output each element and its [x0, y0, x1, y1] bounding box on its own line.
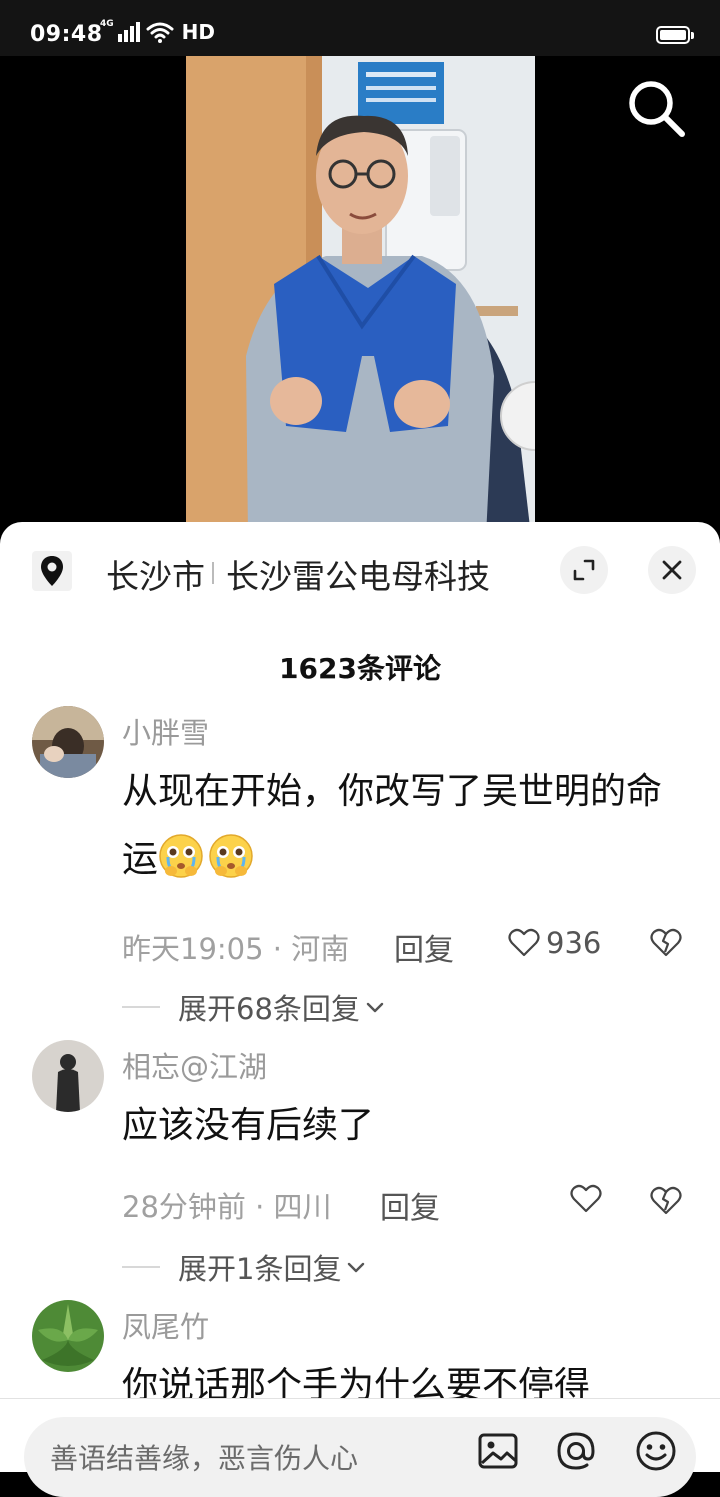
- expand-sheet-button[interactable]: [560, 546, 608, 594]
- video-frame[interactable]: [186, 56, 535, 536]
- status-bar: 09:48 4G HD: [0, 0, 720, 56]
- comment-text: 应该没有后续了: [122, 1105, 375, 1146]
- comment-count-title: 1623条评论: [279, 652, 441, 685]
- comment-username[interactable]: 小胖雪: [122, 710, 209, 752]
- like-count: 936: [546, 926, 602, 960]
- battery-icon: [656, 26, 694, 44]
- avatar[interactable]: [32, 706, 104, 778]
- location-city[interactable]: 长沙市: [106, 550, 205, 598]
- expand-replies-button[interactable]: 展开68条回复: [122, 986, 386, 1028]
- image-icon: [478, 1433, 518, 1469]
- avatar[interactable]: [32, 1300, 104, 1372]
- status-icons: 4G HD: [100, 19, 215, 45]
- broken-heart-icon: [650, 928, 682, 957]
- crying-emoji-icon: [159, 834, 203, 878]
- broken-heart-icon: [650, 1186, 682, 1215]
- location-place[interactable]: 长沙雷公电母科技: [226, 550, 490, 598]
- heart-icon: [508, 928, 540, 957]
- comment-time-location: 28分钟前 · 四川: [122, 1190, 332, 1224]
- close-icon: [662, 560, 682, 580]
- location-pin-icon: [41, 556, 63, 586]
- expand-replies-text: 展开1条回复: [178, 1252, 342, 1286]
- emoji-button[interactable]: [634, 1429, 678, 1473]
- close-sheet-button[interactable]: [648, 546, 696, 594]
- comment-username[interactable]: 凤尾竹: [122, 1304, 209, 1346]
- expand-replies-text: 展开68条回复: [178, 992, 360, 1026]
- location-divider: [212, 562, 214, 584]
- avatar[interactable]: [32, 1040, 104, 1112]
- comment-text: 从现在开始，你改写了吴世明的命运: [122, 758, 682, 894]
- expand-replies-button[interactable]: 展开1条回复: [122, 1246, 367, 1288]
- video-still-image: [186, 56, 535, 536]
- comment-username[interactable]: 相忘@江湖: [122, 1044, 267, 1086]
- expand-divider: [122, 1266, 160, 1268]
- reply-button[interactable]: 回复: [394, 925, 454, 969]
- hd-label: HD: [181, 20, 215, 44]
- status-time: 09:48: [30, 22, 103, 47]
- location-bar[interactable]: 长沙市 长沙雷公电母科技: [0, 542, 720, 602]
- comment-input-placeholder[interactable]: 善语结善缘，恶言伤人心: [50, 1437, 358, 1477]
- comment-time-location: 昨天19:05 · 河南: [122, 932, 350, 966]
- comment-item: 小胖雪 从现在开始，你改写了吴世明的命运 昨天19:05 · 河南 回复 936…: [0, 706, 720, 1026]
- comment-input[interactable]: 善语结善缘，恶言伤人心: [24, 1417, 696, 1497]
- comment-sheet: 长沙市 长沙雷公电母科技 1623条评论 小胖雪 从现在开始，你改写了吴世明的命…: [0, 522, 720, 1472]
- reply-button[interactable]: 回复: [380, 1183, 440, 1227]
- chevron-down-icon: [348, 1262, 365, 1273]
- mention-button[interactable]: [554, 1429, 598, 1473]
- network-type-label: 4G: [100, 19, 114, 29]
- expand-divider: [122, 1006, 160, 1008]
- like-button[interactable]: [570, 1184, 602, 1214]
- expand-icon: [573, 559, 595, 581]
- image-button[interactable]: [476, 1429, 520, 1473]
- crying-emoji-icon: [209, 834, 253, 878]
- video-player[interactable]: [0, 56, 720, 536]
- search-button[interactable]: [624, 76, 688, 140]
- comment-item: 相忘@江湖 应该没有后续了 28分钟前 · 四川 回复 展开1条回复: [0, 1040, 720, 1286]
- at-icon: [557, 1432, 595, 1470]
- emoji-icon: [636, 1431, 676, 1471]
- search-icon: [629, 81, 685, 137]
- comment-input-bar: 善语结善缘，恶言伤人心: [0, 1398, 720, 1497]
- signal-icon: [117, 22, 140, 42]
- chevron-down-icon: [366, 1002, 384, 1013]
- like-button[interactable]: 936: [508, 926, 601, 960]
- location-icon-box: [32, 551, 72, 591]
- dislike-button[interactable]: [650, 1186, 682, 1220]
- wifi-icon: [146, 22, 174, 43]
- dislike-button[interactable]: [650, 928, 682, 962]
- heart-icon: [570, 1184, 602, 1213]
